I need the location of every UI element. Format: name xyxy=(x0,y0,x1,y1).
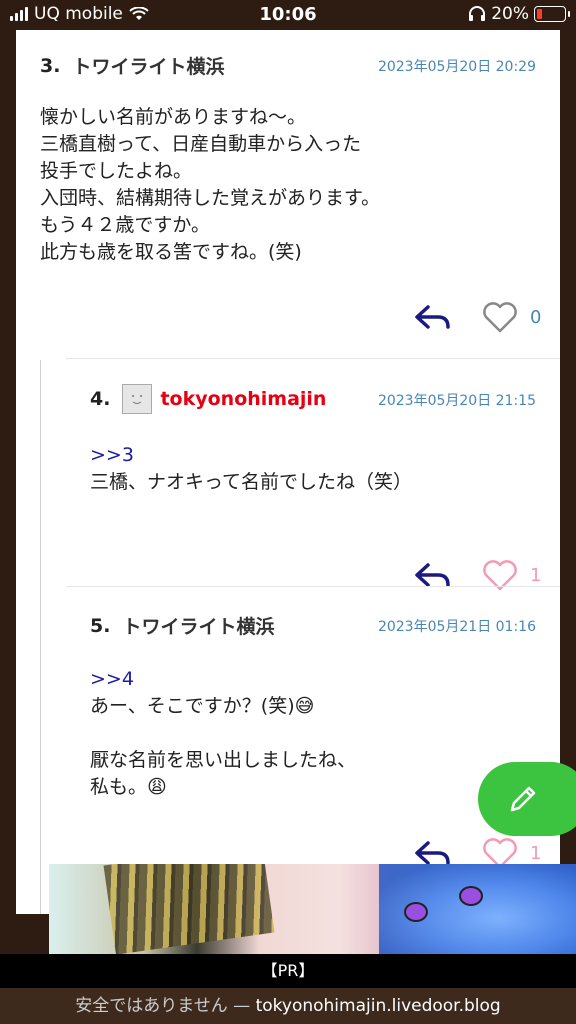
comment-line xyxy=(90,720,356,747)
comment-line: 厭な名前を思い出しましたね、 xyxy=(90,749,357,771)
comment-author[interactable]: tokyonohimajin xyxy=(160,388,326,410)
comment-number: 5. xyxy=(90,614,111,637)
comment-line: 入団時、結構期待した覚えがあります。 xyxy=(40,187,381,209)
comment-4: 4. tokyonohimajin 2023年05月20日 21:15 >>3 … xyxy=(90,360,541,591)
pr-label: 【PR】 xyxy=(0,954,576,988)
url-text: tokyonohimajin.livedoor.blog xyxy=(255,996,501,1016)
comments-card: 3. トワイライト横浜 2023年05月20日 20:29 懐かしい名前がありま… xyxy=(16,30,560,914)
comment-body: >>3 三橋、ナオキって名前でしたね（笑） xyxy=(90,442,412,496)
comment-header: 5. トワイライト横浜 xyxy=(90,612,274,639)
ad-banner-image[interactable] xyxy=(49,864,576,954)
comment-date: 2023年05月20日 20:29 xyxy=(377,59,536,75)
smiley-face-icon xyxy=(132,395,143,404)
status-bar: UQ mobile 10:06 20% xyxy=(0,0,576,30)
comment-line: 私も。😩 xyxy=(90,776,167,798)
comment-header: 3. トワイライト横浜 xyxy=(40,52,224,79)
comment-line: 三橋、ナオキって名前でしたね（笑） xyxy=(90,471,413,493)
compose-button[interactable] xyxy=(478,762,576,836)
heart-icon[interactable] xyxy=(482,300,518,334)
comment-date: 2023年05月21日 01:16 xyxy=(377,619,536,635)
comment-line: 此方も歳を取る筈ですね。(笑) xyxy=(40,241,302,263)
reply-anchor-link[interactable]: >>4 xyxy=(90,666,356,693)
comment-author: トワイライト横浜 xyxy=(122,616,275,638)
comment-actions: 0 xyxy=(414,300,541,334)
comment-body: >>4 あー、そこですか？(笑)😅 厭な名前を思い出しましたね、 私も。😩 xyxy=(90,666,356,801)
reply-anchor-link[interactable]: >>3 xyxy=(90,442,412,469)
reply-icon[interactable] xyxy=(414,561,452,589)
like-count: 1 xyxy=(530,564,542,586)
browser-url-bar[interactable]: 安全ではありません — tokyonohimajin.livedoor.blog xyxy=(0,988,576,1024)
comment-date: 2023年05月20日 21:15 xyxy=(377,393,536,409)
comment-author: トワイライト横浜 xyxy=(72,56,225,78)
comment-line: あー、そこですか？(笑)😅 xyxy=(90,695,315,717)
comment-line: 投手でしたよね。 xyxy=(40,160,193,182)
comment-number: 4. xyxy=(90,388,111,410)
headphones-icon xyxy=(469,6,486,21)
comment-line: 懐かしい名前がありますね〜。 xyxy=(40,106,307,128)
comment-3: 3. トワイライト横浜 2023年05月20日 20:29 懐かしい名前がありま… xyxy=(40,30,541,350)
comment-number: 3. xyxy=(40,54,61,77)
avatar xyxy=(122,384,153,414)
comment-line: もう４２歳ですか。 xyxy=(40,214,211,236)
battery-percent: 20% xyxy=(491,4,529,24)
like-count: 0 xyxy=(530,306,542,328)
divider xyxy=(66,586,560,587)
reply-icon[interactable] xyxy=(414,839,452,867)
like-count: 1 xyxy=(530,842,542,864)
battery-icon xyxy=(534,6,570,22)
reply-thread-line xyxy=(40,360,41,914)
status-right: 20% xyxy=(468,4,570,24)
reply-icon[interactable] xyxy=(414,303,452,331)
comment-line: 三橋直樹って、日産自動車から入った xyxy=(40,133,362,155)
comment-header: 4. tokyonohimajin xyxy=(90,384,326,414)
comment-body: 懐かしい名前がありますね〜。 三橋直樹って、日産自動車から入った 投手でしたよね… xyxy=(40,104,380,266)
security-warning: 安全ではありません — xyxy=(75,996,256,1016)
divider xyxy=(66,358,560,359)
pencil-icon xyxy=(510,786,536,812)
